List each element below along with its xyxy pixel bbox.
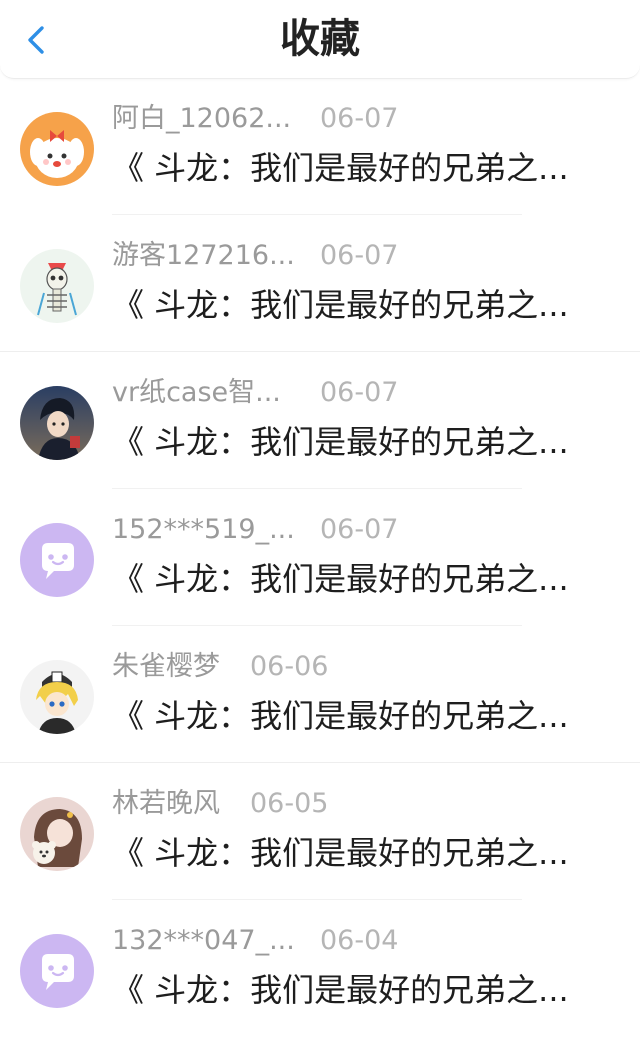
favorite-item[interactable]: 林若晚风 06-05 《 斗龙：我们是最好的兄弟之... — [0, 763, 640, 900]
favorite-title: 《 斗龙：我们是最好的兄弟之... — [112, 423, 569, 461]
default-chat-avatar[interactable] — [20, 523, 94, 597]
favorite-title: 《 斗龙：我们是最好的兄弟之... — [112, 971, 569, 1009]
favorite-item[interactable]: 朱雀樱梦 06-06 《 斗龙：我们是最好的兄弟之... — [0, 626, 640, 763]
date: 06-07 — [320, 514, 399, 545]
username: vr纸case智... — [112, 377, 281, 408]
default-chat-avatar[interactable] — [20, 934, 94, 1008]
favorite-title: 《 斗龙：我们是最好的兄弟之... — [112, 560, 569, 598]
username: 132***047_... — [112, 925, 295, 956]
favorite-title: 《 斗龙：我们是最好的兄弟之... — [112, 286, 569, 324]
date: 06-07 — [320, 103, 399, 134]
date: 06-04 — [320, 925, 399, 956]
puppy-avatar[interactable] — [20, 112, 94, 186]
username: 朱雀樱梦 — [112, 651, 220, 682]
date: 06-05 — [250, 788, 329, 819]
favorite-item[interactable]: 132***047_... 06-04 《 斗龙：我们是最好的兄弟之... — [0, 900, 640, 1037]
top-bar: 收藏 — [0, 0, 640, 79]
favorite-title: 《 斗龙：我们是最好的兄弟之... — [112, 834, 569, 872]
favorite-item[interactable]: 游客127216... 06-07 《 斗龙：我们是最好的兄弟之... — [0, 215, 640, 352]
date: 06-07 — [320, 240, 399, 271]
favorite-title: 《 斗龙：我们是最好的兄弟之... — [112, 697, 569, 735]
blonde-anime-avatar[interactable] — [20, 660, 94, 734]
girl-bear-avatar[interactable] — [20, 797, 94, 871]
username: 林若晚风 — [112, 788, 220, 819]
username: 152***519_... — [112, 514, 295, 545]
favorite-item[interactable]: 152***519_... 06-07 《 斗龙：我们是最好的兄弟之... — [0, 489, 640, 626]
date: 06-07 — [320, 377, 399, 408]
date: 06-06 — [250, 651, 329, 682]
username: 游客127216... — [112, 240, 295, 271]
favorite-item[interactable]: 阿白_12062... 06-07 《 斗龙：我们是最好的兄弟之... — [0, 78, 640, 215]
favorites-list: 阿白_12062... 06-07 《 斗龙：我们是最好的兄弟之... 游客12… — [0, 78, 640, 1037]
username: 阿白_12062... — [112, 103, 292, 134]
skeleton-avatar[interactable] — [20, 249, 94, 323]
anime-boy-avatar[interactable] — [20, 386, 94, 460]
page-title: 收藏 — [280, 16, 360, 62]
favorite-title: 《 斗龙：我们是最好的兄弟之... — [112, 149, 569, 187]
favorite-item[interactable]: vr纸case智... 06-07 《 斗龙：我们是最好的兄弟之... — [0, 352, 640, 489]
